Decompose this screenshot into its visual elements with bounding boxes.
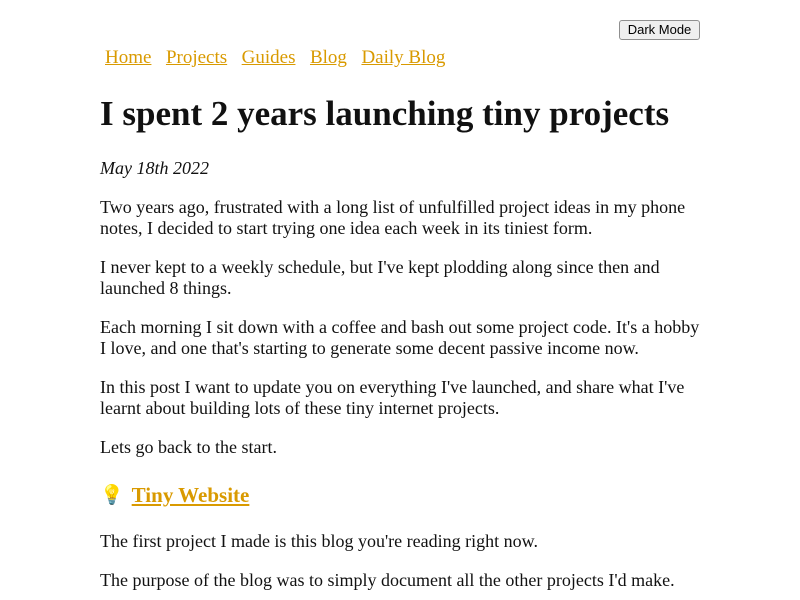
article-title: I spent 2 years launching tiny projects bbox=[100, 94, 670, 133]
article-paragraph: Lets go back to the start. bbox=[100, 437, 277, 457]
dark-mode-button[interactable]: Dark Mode bbox=[619, 20, 700, 40]
article-body: May 18th 2022 Two years ago, frustrated … bbox=[100, 158, 705, 600]
article-paragraph: Each morning I sit down with a coffee an… bbox=[100, 317, 700, 358]
nav-link-home[interactable]: Home bbox=[105, 46, 151, 70]
main-nav: Home Projects Guides Blog Daily Blog bbox=[105, 46, 460, 70]
nav-link-projects[interactable]: Projects bbox=[166, 46, 227, 70]
lightbulb-icon: 💡 bbox=[100, 484, 124, 506]
nav-link-blog[interactable]: Blog bbox=[310, 46, 347, 70]
blog-page: Dark Mode Home Projects Guides Blog Dail… bbox=[0, 0, 800, 600]
article-date: May 18th 2022 bbox=[100, 158, 209, 178]
article-paragraph: The purpose of the blog was to simply do… bbox=[100, 570, 675, 590]
nav-link-daily-blog[interactable]: Daily Blog bbox=[361, 46, 445, 70]
article-paragraph: The first project I made is this blog yo… bbox=[100, 531, 538, 551]
article-paragraph: Two years ago, frustrated with a long li… bbox=[100, 197, 686, 238]
section-heading-tiny-website: 💡 Tiny Website bbox=[100, 482, 705, 508]
article-paragraph: In this post I want to update you on eve… bbox=[100, 377, 685, 418]
nav-link-guides[interactable]: Guides bbox=[242, 46, 296, 70]
article-paragraph: I never kept to a weekly schedule, but I… bbox=[100, 257, 660, 298]
section-link-tiny-website[interactable]: Tiny Website bbox=[132, 482, 250, 508]
